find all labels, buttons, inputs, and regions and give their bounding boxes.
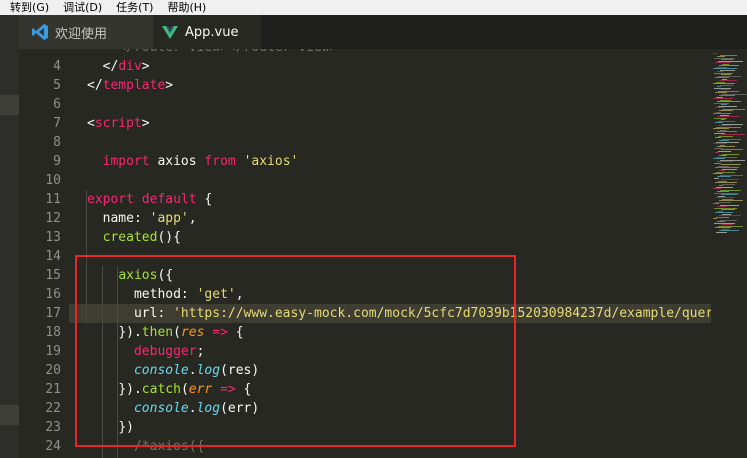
code-line[interactable]: 7 <script> — [19, 114, 711, 133]
tab-label: App.vue — [185, 24, 239, 40]
code-token: > — [165, 78, 174, 93]
code-line[interactable]: 12 name: 'app', — [19, 209, 711, 228]
code-token: from — [204, 154, 236, 169]
minimap-line — [722, 183, 735, 185]
code-text: </router-view></router-view> — [118, 49, 337, 57]
code-text: export default { — [87, 190, 212, 209]
minimap-line — [716, 231, 727, 233]
line-number: 21 — [45, 382, 61, 397]
code-token: default — [141, 192, 197, 207]
line-number: 11 — [45, 192, 61, 207]
line-number: 12 — [45, 211, 61, 226]
menu-item-help[interactable]: 帮助(H) — [167, 0, 206, 15]
code-text: import axios from 'axios' — [103, 152, 299, 171]
menu-item-debug[interactable]: 调试(D) — [63, 0, 102, 15]
activity-sidebar — [0, 15, 19, 458]
minimap-line — [719, 110, 733, 111]
code-token: name: — [102, 211, 150, 226]
minimap-line — [714, 177, 719, 179]
line-number: 14 — [45, 249, 61, 264]
tab-bar: 欢迎使用 App.vue — [19, 15, 747, 49]
line-number: 13 — [45, 230, 61, 245]
sidebar-marker — [0, 405, 19, 425]
code-line[interactable]: 5 </template> — [19, 76, 711, 95]
code-text: created(){ — [103, 228, 181, 247]
code-token: > — [141, 116, 150, 131]
minimap-line — [713, 53, 717, 54]
code-token: template — [102, 78, 166, 93]
line-number: 17 — [45, 306, 61, 321]
code-token: script — [94, 116, 142, 131]
code-token: created — [102, 230, 158, 245]
line-number: 6 — [53, 97, 61, 112]
minimap-line — [715, 152, 719, 153]
vscode-icon — [31, 23, 49, 41]
code-line[interactable]: 11 export default { — [19, 190, 711, 209]
line-number: 5 — [53, 78, 61, 93]
minimap-line — [714, 162, 721, 164]
tab-app-vue[interactable]: App.vue — [153, 15, 261, 49]
code-token: </ — [87, 78, 103, 93]
code-token: > — [141, 59, 150, 74]
code-line[interactable]: </router-view></router-view> — [19, 49, 711, 57]
minimap-line — [716, 216, 729, 218]
code-token: { — [196, 192, 213, 207]
line-number: 7 — [53, 116, 61, 131]
code-token: axios — [149, 154, 205, 169]
code-token: div — [118, 59, 142, 74]
line-number: 15 — [45, 268, 61, 283]
line-number: 24 — [45, 439, 61, 454]
line-number: 22 — [45, 401, 61, 416]
line-number: 19 — [45, 344, 61, 359]
minimap-line — [713, 218, 717, 219]
minimap-line — [718, 150, 731, 152]
menu-item-goto[interactable]: 转到(G) — [10, 0, 49, 15]
minimap-line — [721, 209, 735, 210]
code-token: 'axios' — [243, 154, 299, 169]
minimap-line — [717, 176, 731, 177]
code-text: </template> — [87, 76, 173, 95]
code-line[interactable]: 8 — [19, 133, 711, 152]
code-token: , — [188, 211, 197, 226]
tab-label: 欢迎使用 — [55, 26, 108, 42]
code-token: export — [87, 192, 134, 207]
minimap-line — [720, 84, 733, 86]
code-token: </router-view></router-view> — [118, 49, 337, 55]
line-number: 8 — [53, 135, 61, 150]
code-token: import — [102, 154, 150, 169]
minimap-line — [713, 203, 719, 204]
line-number: 4 — [53, 59, 61, 74]
code-text: </div> — [103, 57, 150, 76]
vue-icon — [161, 23, 179, 41]
tab-welcome[interactable]: 欢迎使用 — [19, 15, 153, 49]
menu-bar: 转到(G) 调试(D) 任务(T) 帮助(H) — [0, 0, 747, 15]
code-token: < — [87, 116, 95, 131]
sidebar-marker — [0, 95, 19, 115]
line-number: 18 — [45, 325, 61, 340]
minimap-line — [715, 137, 721, 138]
code-text: name: 'app', — [103, 209, 197, 228]
menu-item-tasks[interactable]: 任务(T) — [116, 0, 153, 15]
line-number: 20 — [45, 363, 61, 378]
code-line[interactable]: 4 </div> — [19, 57, 711, 76]
line-number: 16 — [45, 287, 61, 302]
code-token: </ — [102, 59, 119, 74]
code-text: <script> — [87, 114, 150, 133]
line-number: 23 — [45, 420, 61, 435]
code-token: 'app' — [149, 211, 189, 226]
code-line[interactable]: 10 — [19, 171, 711, 190]
line-number: 10 — [45, 173, 61, 188]
code-line[interactable]: 6 — [19, 95, 711, 114]
code-line[interactable]: 9 import axios from 'axios' — [19, 152, 711, 171]
annotation-highlight-box — [75, 255, 516, 447]
code-line[interactable]: 13 created(){ — [19, 228, 711, 247]
code-token: (){ — [157, 230, 181, 245]
minimap[interactable] — [711, 49, 747, 458]
line-number: 9 — [53, 154, 61, 169]
